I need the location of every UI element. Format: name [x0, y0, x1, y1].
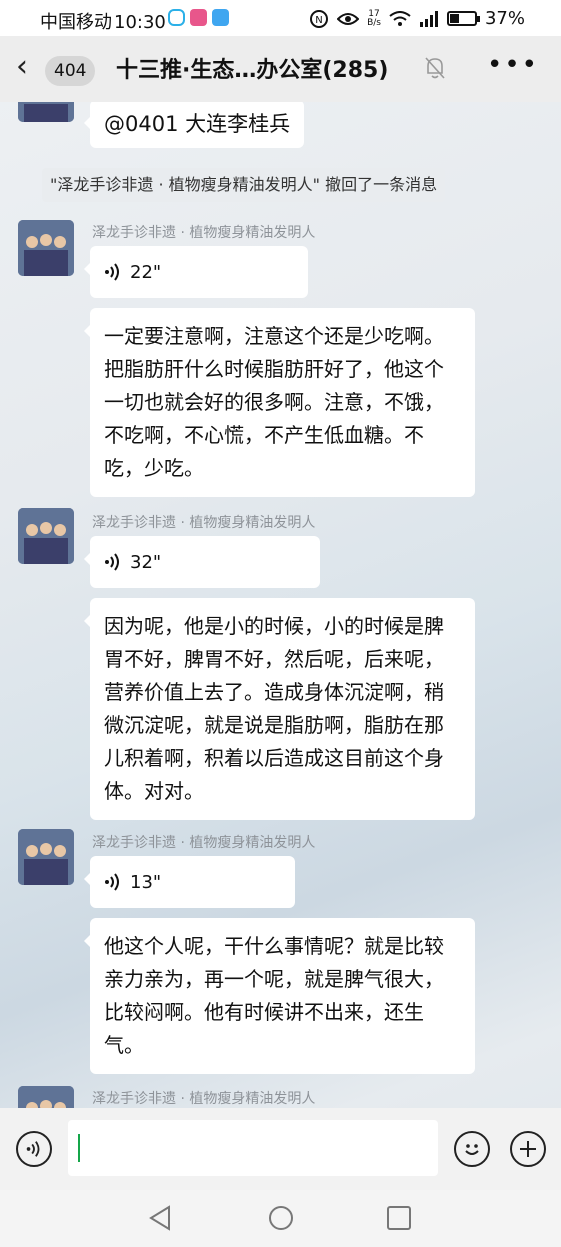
- input-bar: [0, 1108, 561, 1190]
- transcript-text: 因为呢，他是小的时候，小的时候是脾胃不好，脾胃不好，然后呢，后来呢，营养价值上去…: [104, 614, 444, 803]
- voice-duration: 22": [130, 261, 162, 283]
- battery-percent: 37%: [484, 8, 525, 29]
- battery-icon: [446, 11, 480, 26]
- transcript-text: 一定要注意啊，注意这个还是少吃啊。把脂肪肝什么时候脂肪肝好了，他这个一切也就会好…: [104, 324, 444, 480]
- voice-duration: 32": [130, 551, 162, 573]
- status-bar: 中国移动 10:30 N 17 B/s 37%: [0, 0, 561, 36]
- avatar-image: [18, 508, 74, 564]
- triangle-back-icon[interactable]: [147, 1204, 173, 1232]
- status-right: N 17 B/s 37%: [309, 8, 525, 29]
- avatar[interactable]: [18, 829, 74, 885]
- sender-name: 泽龙手诊非遗 · 植物瘦身精油发明人: [92, 515, 316, 531]
- transcript-text: 他这个人呢，干什么事情呢？就是比较亲力亲为，再一个呢，就是脾气很大，比较闷啊。他…: [104, 934, 444, 1057]
- unread-count-badge[interactable]: 404: [45, 56, 96, 86]
- sender-name: 泽龙手诊非遗 · 植物瘦身精油发明人: [92, 225, 316, 241]
- text-caret: [78, 1134, 80, 1162]
- sender-name: 泽龙手诊非遗 · 植物瘦身精油发明人: [92, 835, 316, 851]
- search-notification-icon: [212, 9, 229, 26]
- notification-icons: [168, 9, 229, 26]
- voice-message[interactable]: 32": [84, 536, 320, 588]
- voice-input-button[interactable]: [16, 1131, 52, 1167]
- voice-transcript[interactable]: 他这个人呢，干什么事情呢？就是比较亲力亲为，再一个呢，就是脾气很大，比较闷啊。他…: [84, 918, 475, 1074]
- avatar[interactable]: [18, 1086, 74, 1108]
- smiley-face: [465, 1144, 479, 1155]
- carrier-label: 中国移动: [40, 12, 112, 33]
- avatar-image: [18, 1086, 74, 1108]
- system-nav-bar: [0, 1190, 561, 1247]
- avatar[interactable]: [18, 220, 74, 276]
- message-list: @0401 大连李桂兵 "泽龙手诊非遗 · 植物瘦身精油发明人" 撤回了一条消息…: [0, 102, 561, 1108]
- message-input[interactable]: [68, 1120, 438, 1176]
- voice-wave-icon: [105, 873, 119, 891]
- nfc-icon: N: [310, 9, 329, 28]
- chevron-left-icon[interactable]: ‹: [16, 52, 28, 82]
- square-recent-icon[interactable]: [386, 1205, 412, 1231]
- avatar-image: [18, 102, 74, 122]
- sender-name: 泽龙手诊非遗 · 植物瘦身精油发明人: [92, 1091, 316, 1107]
- avatar[interactable]: [18, 508, 74, 564]
- battery-fill: [449, 14, 459, 23]
- voice-duration: 13": [130, 871, 162, 893]
- avatar-image: [18, 829, 74, 885]
- wifi-icon: [389, 10, 411, 26]
- plus-glyph: [520, 1141, 536, 1157]
- message-bubble[interactable]: @0401 大连李桂兵: [83, 102, 305, 148]
- signal-icon: [419, 10, 438, 27]
- avatar-image: [18, 220, 74, 276]
- net-speed-unit: B/s: [367, 17, 381, 28]
- clock: 10:30: [114, 12, 166, 33]
- chat-screen: 中国移动 10:30 N 17 B/s 37% ‹ 404 十三推·生态…办公室(…: [0, 0, 561, 1247]
- app-notification-icon: [190, 9, 207, 26]
- plus-icon[interactable]: [510, 1131, 546, 1167]
- voice-transcript[interactable]: 一定要注意啊，注意这个还是少吃啊。把脂肪肝什么时候脂肪肝好了，他这个一切也就会好…: [84, 308, 475, 497]
- circle-home-icon[interactable]: [267, 1204, 295, 1232]
- group-title: 十三推·生态…办公室(285): [116, 58, 389, 83]
- bell-off-icon: [425, 57, 445, 79]
- carrier-time: 中国移动 10:30: [40, 8, 166, 34]
- voice-wave-icon: [105, 263, 119, 281]
- voice-transcript[interactable]: 因为呢，他是小的时候，小的时候是脾胃不好，脾胃不好，然后呢，后来呢，营养价值上去…: [84, 598, 475, 820]
- svg-text:N: N: [315, 15, 322, 26]
- net-speed: 17 B/s: [367, 9, 381, 28]
- avatar[interactable]: [18, 102, 74, 122]
- voice-message[interactable]: 13": [84, 856, 295, 908]
- chat-header: ‹ 404 十三推·生态…办公室(285) •••: [0, 36, 561, 102]
- voice-wave-icon: [105, 553, 119, 571]
- mention-text: @0401 大连李桂兵: [104, 112, 291, 136]
- chat-notification-icon: [168, 9, 185, 26]
- more-dots-icon[interactable]: •••: [487, 50, 539, 80]
- voice-wave-icon: [26, 1141, 40, 1157]
- smiley-icon[interactable]: [454, 1131, 490, 1167]
- voice-message[interactable]: 22": [84, 246, 308, 298]
- recall-notice: "泽龙手诊非遗 · 植物瘦身精油发明人" 撤回了一条消息: [42, 168, 446, 202]
- eye-icon: [337, 12, 360, 25]
